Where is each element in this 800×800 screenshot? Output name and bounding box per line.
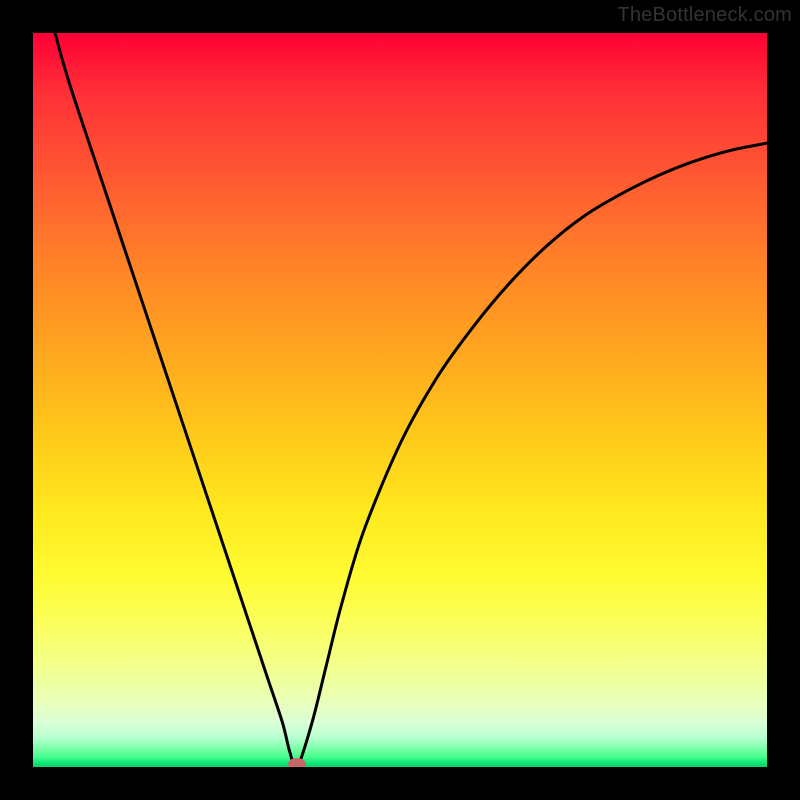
chart-frame: TheBottleneck.com — [0, 0, 800, 800]
bottleneck-curve — [33, 33, 767, 767]
plot-area — [33, 33, 767, 767]
watermark-text: TheBottleneck.com — [617, 4, 792, 27]
optimal-point-marker — [288, 758, 306, 767]
